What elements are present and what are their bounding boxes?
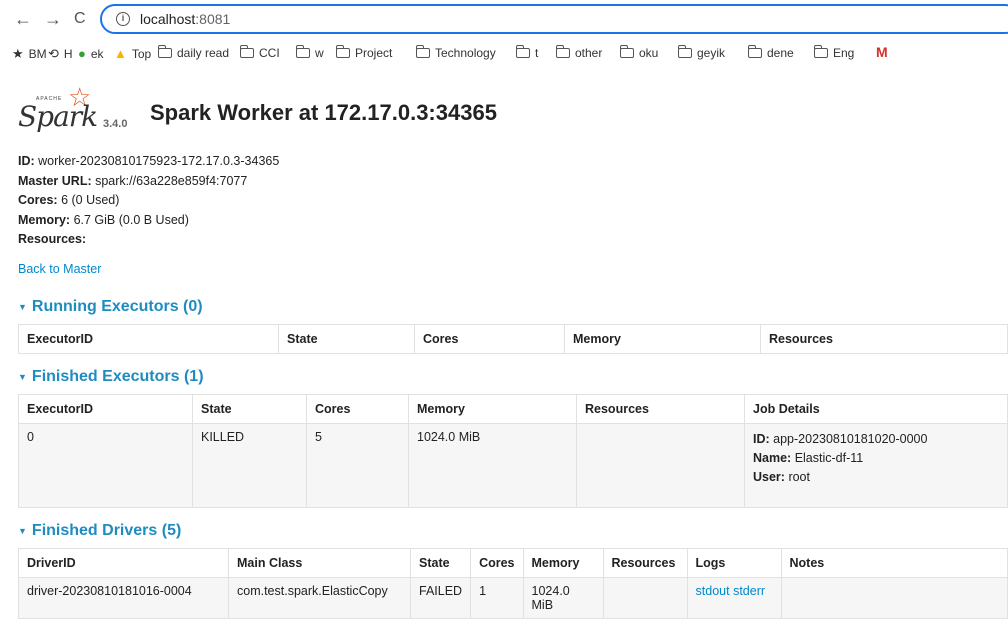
gmail-icon[interactable]: M xyxy=(876,44,888,60)
col-header[interactable]: ExecutorID xyxy=(18,393,193,424)
finished-executors-table: ExecutorID State Cores Memory Resources … xyxy=(18,393,1008,508)
col-header[interactable]: DriverID xyxy=(18,547,229,578)
collapse-triangle-icon: ▼ xyxy=(18,301,27,312)
memory-info: Memory: 6.7 GiB (0.0 B Used) xyxy=(18,212,189,227)
stdout-link[interactable]: stdout xyxy=(696,584,730,598)
driver-resources xyxy=(602,576,688,619)
bookmarks-bar: ★ BM ⟲ H ● ek ▲ Top daily read CCI w Project… xyxy=(0,40,1008,68)
back-arrow-icon[interactable]: ← xyxy=(14,10,32,28)
col-header[interactable]: ExecutorID xyxy=(18,323,279,354)
collapse-triangle-icon: ▼ xyxy=(18,371,27,382)
cores-info: Cores: 6 (0 Used) xyxy=(18,193,120,207)
folder-icon xyxy=(336,45,350,58)
table-row: 0 KILLED 5 1024.0 MiB ID: app-2023081018… xyxy=(18,422,1008,508)
worker-properties: ID: worker-20230810175923-172.17.0.3-343… xyxy=(18,152,1008,250)
executor-state: KILLED xyxy=(192,422,307,508)
bookmark-technology[interactable]: Technology xyxy=(416,45,496,60)
folder-icon xyxy=(814,45,828,58)
bookmark-ek[interactable]: ● ek xyxy=(78,46,104,61)
driver-logs: stdout stderr xyxy=(686,576,782,619)
executor-resources xyxy=(576,422,745,508)
col-header[interactable]: Resources xyxy=(576,393,745,424)
folder-icon xyxy=(516,45,530,58)
col-header[interactable]: Cores xyxy=(414,323,565,354)
back-to-master-link[interactable]: Back to Master xyxy=(18,262,1008,276)
executor-memory: 1024.0 MiB xyxy=(408,422,577,508)
bookmark-cci[interactable]: CCI xyxy=(240,45,280,60)
driver-notes xyxy=(780,576,1008,619)
folder-icon xyxy=(240,45,254,58)
resources-info: Resources: xyxy=(18,232,87,246)
bookmark-bm[interactable]: ★ BM xyxy=(12,46,47,62)
col-header[interactable]: Resources xyxy=(760,323,1008,354)
finished-drivers-heading[interactable]: ▼ Finished Drivers (5) xyxy=(18,522,1008,540)
bookmark-t[interactable]: t xyxy=(516,45,538,60)
spark-version: 3.4.0 xyxy=(103,118,128,130)
executor-id: 0 xyxy=(18,422,193,508)
history-icon: ⟲ xyxy=(48,46,59,61)
forward-arrow-icon[interactable]: → xyxy=(44,10,62,28)
bookmark-oku[interactable]: oku xyxy=(620,45,658,60)
page-title: Spark Worker at 172.17.0.3:34365 xyxy=(150,100,497,125)
running-executors-table: ExecutorID State Cores Memory Resources xyxy=(18,323,1008,354)
browser-toolbar: ← → C i localhost:8081 xyxy=(0,0,1008,40)
drop-icon: ● xyxy=(78,46,86,61)
job-details: ID: app-20230810181020-0000 Name: Elasti… xyxy=(744,422,1008,508)
driver-main-class: com.test.spark.ElasticCopy xyxy=(228,576,411,619)
spark-logo[interactable]: ☆ APACHE Spark 3.4.0 xyxy=(18,78,138,134)
info-icon[interactable]: i xyxy=(116,12,130,26)
col-header[interactable]: Memory xyxy=(522,547,604,578)
bookmark-daily-read[interactable]: daily read xyxy=(158,45,229,60)
folder-icon xyxy=(556,45,570,58)
col-header[interactable]: Cores xyxy=(306,393,409,424)
col-header[interactable]: State xyxy=(278,323,415,354)
executor-cores: 5 xyxy=(306,422,409,508)
table-row: driver-20230810181016-0004 com.test.spar… xyxy=(18,576,1008,619)
bookmark-dene[interactable]: dene xyxy=(748,45,794,60)
reload-icon[interactable]: C xyxy=(74,10,86,28)
folder-icon xyxy=(678,45,692,58)
col-header[interactable]: Logs xyxy=(686,547,782,578)
master-url: Master URL: spark://63a228e859f4:7077 xyxy=(18,173,248,188)
folder-icon xyxy=(296,45,310,58)
bookmark-h[interactable]: ⟲ H xyxy=(48,46,73,62)
folder-icon xyxy=(748,45,762,58)
bookmark-project[interactable]: Project xyxy=(336,45,392,60)
star-icon: ★ xyxy=(12,46,24,61)
driver-state: FAILED xyxy=(409,576,472,619)
driver-memory: 1024.0 MiB xyxy=(522,576,604,619)
finished-drivers-table: DriverID Main Class State Cores Memory R… xyxy=(18,547,1008,619)
bookmark-top[interactable]: ▲ Top xyxy=(114,46,151,61)
col-header[interactable]: State xyxy=(192,393,307,424)
folder-icon xyxy=(416,45,430,58)
worker-id: ID: worker-20230810175923-172.17.0.3-343… xyxy=(18,154,280,168)
col-header[interactable]: Memory xyxy=(408,393,577,424)
address-bar[interactable]: i localhost:8081 xyxy=(100,4,1008,34)
page-content: ☆ APACHE Spark 3.4.0 Spark Worker at 172… xyxy=(18,76,1008,619)
drive-icon: ▲ xyxy=(114,46,127,61)
driver-cores: 1 xyxy=(470,576,524,619)
driver-id: driver-20230810181016-0004 xyxy=(18,576,229,619)
bookmark-other[interactable]: other xyxy=(556,45,602,60)
collapse-triangle-icon: ▼ xyxy=(18,525,27,536)
folder-icon xyxy=(158,45,172,58)
bookmark-geyik[interactable]: geyik xyxy=(678,45,725,60)
finished-executors-heading[interactable]: ▼ Finished Executors (1) xyxy=(18,368,1008,386)
folder-icon xyxy=(620,45,634,58)
col-header[interactable]: State xyxy=(409,547,472,578)
col-header[interactable]: Cores xyxy=(470,547,524,578)
url-text[interactable]: localhost:8081 xyxy=(140,11,230,27)
running-executors-heading[interactable]: ▼ Running Executors (0) xyxy=(18,298,1008,316)
stderr-link[interactable]: stderr xyxy=(733,584,765,598)
bookmark-w[interactable]: w xyxy=(296,45,324,60)
col-header[interactable]: Memory xyxy=(564,323,761,354)
page-header: ☆ APACHE Spark 3.4.0 Spark Worker at 172… xyxy=(18,76,1008,140)
bookmark-eng[interactable]: Eng xyxy=(814,45,854,60)
col-header[interactable]: Job Details xyxy=(744,393,1008,424)
col-header[interactable]: Main Class xyxy=(228,547,411,578)
col-header[interactable]: Notes xyxy=(780,547,1008,578)
col-header[interactable]: Resources xyxy=(602,547,688,578)
